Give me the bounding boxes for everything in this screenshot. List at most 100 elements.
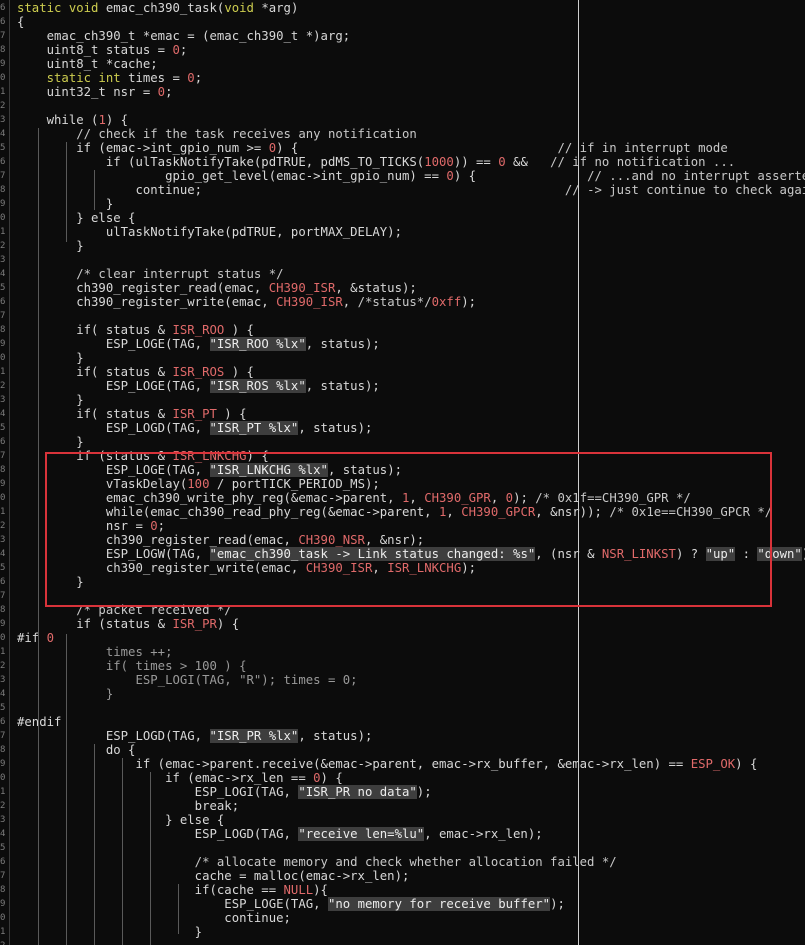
code-line[interactable]: 2 ESP_LOGE(TAG, "ISR_ROS %lx", status); xyxy=(0,379,805,393)
code-line[interactable]: 0 } xyxy=(0,351,805,365)
code-line[interactable]: 7 gpio_get_level(emac->int_gpio_num) == … xyxy=(0,169,805,183)
code-line[interactable]: 2 xyxy=(0,99,805,113)
code-line[interactable]: 9 } xyxy=(0,197,805,211)
code-line[interactable]: 4 ESP_LOGD(TAG, "receive len=%lu", emac-… xyxy=(0,827,805,841)
code-token: ) { xyxy=(224,365,254,379)
code-token: ESP_LOGI(TAG, xyxy=(17,785,299,799)
code-line[interactable]: 9 uint8_t *cache; xyxy=(0,57,805,71)
code-line[interactable]: 7 cache = malloc(emac->rx_len); xyxy=(0,869,805,883)
code-line[interactable]: 1 ulTaskNotifyTake(pdTRUE, portMAX_DELAY… xyxy=(0,225,805,239)
code-line[interactable]: 2 break; xyxy=(0,799,805,813)
code-line[interactable]: 6 } xyxy=(0,435,805,449)
code-token: ; xyxy=(194,71,203,85)
line-number: 9 xyxy=(0,339,6,349)
line-number: 6 xyxy=(0,297,6,307)
code-line[interactable]: 9 ESP_LOGE(TAG, "ISR_ROO %lx", status); xyxy=(0,337,805,351)
code-line[interactable]: 3 ESP_LOGI(TAG, "R"); times = 0; xyxy=(0,673,805,687)
code-line[interactable]: 0 static int times = 0; xyxy=(0,71,805,85)
code-line[interactable]: 9 if (status & ISR_PR) { xyxy=(0,617,805,631)
line-number: 7 xyxy=(0,311,6,321)
code-token: } xyxy=(17,239,84,253)
code-line[interactable]: 4 // check if the task receives any noti… xyxy=(0,127,805,141)
code-line[interactable]: 6 static void emac_ch390_task(void *arg) xyxy=(0,1,805,15)
code-line[interactable]: 4 if( status & ISR_PT ) { xyxy=(0,407,805,421)
line-number: 0 xyxy=(0,73,6,83)
code-line[interactable]: 7 ESP_LOGD(TAG, "ISR_PR %lx", status); xyxy=(0,729,805,743)
code-line[interactable]: 6 if (ulTaskNotifyTake(pdTRUE, pdMS_TO_T… xyxy=(0,155,805,169)
code-token: static int xyxy=(17,71,129,85)
code-line[interactable]: 8 uint8_t status = 0; xyxy=(0,43,805,57)
code-line[interactable]: 6 /* allocate memory and check whether a… xyxy=(0,855,805,869)
code-line[interactable]: 6 ch390_register_write(emac, CH390_ISR, … xyxy=(0,295,805,309)
line-number: 0 xyxy=(0,913,6,923)
code-text: ESP_LOGE(TAG, "no memory for receive buf… xyxy=(17,897,565,911)
code-token: continue; xyxy=(17,911,291,925)
code-line[interactable]: 8 if( status & ISR_ROO ) { xyxy=(0,323,805,337)
code-token: if( status & xyxy=(17,323,173,337)
code-text: times ++; xyxy=(17,645,173,659)
code-line[interactable]: 3 } else { xyxy=(0,813,805,827)
code-token: // -> just continue to check again xyxy=(564,183,805,197)
code-line[interactable]: 2 xyxy=(0,939,805,945)
code-token: 0 xyxy=(172,43,180,57)
code-line[interactable]: 1 times ++; xyxy=(0,645,805,659)
code-line[interactable]: 5 if (emac->int_gpio_num >= 0) { // if i… xyxy=(0,141,805,155)
line-number: 3 xyxy=(0,395,6,405)
code-line[interactable]: 7 emac_ch390_t *emac = (emac_ch390_t *)a… xyxy=(0,29,805,43)
code-token: && xyxy=(505,155,551,169)
code-line[interactable]: 0 if (emac->rx_len == 0) { xyxy=(0,771,805,785)
code-line[interactable]: 0 } else { xyxy=(0,211,805,225)
code-line[interactable]: 9 ESP_LOGE(TAG, "no memory for receive b… xyxy=(0,897,805,911)
line-number: 9 xyxy=(0,759,6,769)
line-number: 8 xyxy=(0,885,6,895)
code-line[interactable]: 8 do { xyxy=(0,743,805,757)
code-line[interactable]: 6 #endif xyxy=(0,715,805,729)
code-line[interactable]: 0 continue; xyxy=(0,911,805,925)
code-line[interactable]: 1 ESP_LOGI(TAG, "ISR_PR no data"); xyxy=(0,785,805,799)
code-token: 0 xyxy=(157,85,166,99)
code-token: 0 xyxy=(187,71,195,85)
code-line[interactable]: 7 xyxy=(0,309,805,323)
code-token: static void xyxy=(17,1,106,15)
code-line[interactable]: 3 xyxy=(0,253,805,267)
line-number: 0 xyxy=(0,353,6,363)
line-number: 6 xyxy=(0,717,6,727)
code-token: CH390_ISR xyxy=(268,281,336,295)
code-token: ) { xyxy=(320,771,343,785)
code-text: ESP_LOGI(TAG, "R"); times = 0; xyxy=(17,673,357,687)
code-text: /* allocate memory and check whether all… xyxy=(17,855,617,869)
code-line[interactable]: 5 ch390_register_read(emac, CH390_ISR, &… xyxy=(0,281,805,295)
code-token: "ISR_PR %lx" xyxy=(209,729,299,743)
code-token: ) { xyxy=(453,169,588,183)
code-token: 0 xyxy=(313,771,321,785)
code-line[interactable]: 8 continue; // -> just continue to check… xyxy=(0,183,805,197)
code-line[interactable]: 0 #if 0 xyxy=(0,631,805,645)
code-line[interactable]: 1 } xyxy=(0,925,805,939)
indent-guide xyxy=(94,744,95,945)
code-line[interactable]: 1 if( status & ISR_ROS ) { xyxy=(0,365,805,379)
code-token: 0 xyxy=(268,141,277,155)
code-text: ESP_LOGD(TAG, "receive len=%lu", emac->r… xyxy=(17,827,543,841)
code-token: 0 xyxy=(46,631,55,645)
code-line[interactable]: 5 ESP_LOGD(TAG, "ISR_PT %lx", status); xyxy=(0,421,805,435)
code-text: } else { xyxy=(17,211,135,225)
code-token: ESP_LOGD(TAG, xyxy=(17,827,299,841)
line-number: 1 xyxy=(0,787,6,797)
line-number: 6 xyxy=(0,857,6,867)
code-line[interactable]: 5 xyxy=(0,701,805,715)
code-line[interactable]: 9 if (emac->parent.receive(&emac->parent… xyxy=(0,757,805,771)
code-line[interactable]: 8 if(cache == NULL){ xyxy=(0,883,805,897)
code-line[interactable]: 2 } xyxy=(0,239,805,253)
code-line[interactable]: 3 } xyxy=(0,393,805,407)
code-line[interactable]: 4 } xyxy=(0,687,805,701)
line-number: 9 xyxy=(0,899,6,909)
code-editor[interactable]: 6 static void emac_ch390_task(void *arg) 6… xyxy=(0,0,805,945)
code-line[interactable]: 4 /* clear interrupt status */ xyxy=(0,267,805,281)
code-line[interactable]: 6{ xyxy=(0,15,805,29)
code-line[interactable]: 3 while (1) { xyxy=(0,113,805,127)
code-line[interactable]: 2 if( times > 100 ) { xyxy=(0,659,805,673)
code-token: if( status & xyxy=(17,407,173,421)
code-line[interactable]: 1 uint32_t nsr = 0; xyxy=(0,85,805,99)
code-token: #if xyxy=(17,631,47,645)
code-line[interactable]: 5 xyxy=(0,841,805,855)
